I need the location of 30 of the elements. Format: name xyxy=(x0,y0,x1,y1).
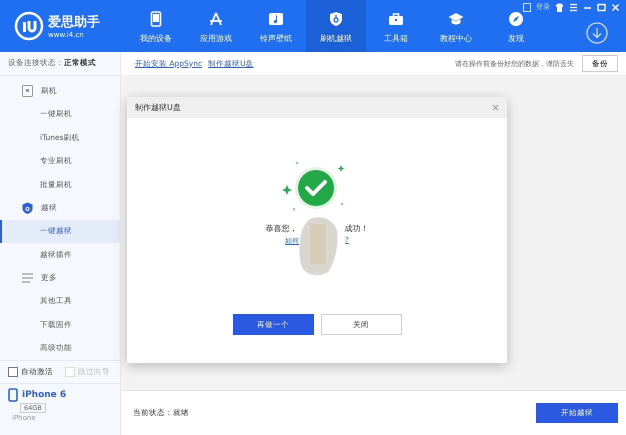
shield-icon xyxy=(328,11,344,27)
download-icon[interactable] xyxy=(586,22,608,44)
toolbox-icon xyxy=(388,11,404,27)
device-icon xyxy=(22,85,33,98)
phone-icon xyxy=(148,11,164,27)
graduation-cap-icon xyxy=(448,11,464,27)
phone-icon xyxy=(8,388,18,402)
nav-tab[interactable]: 我的设备 xyxy=(126,0,186,52)
logo-icon xyxy=(14,11,44,41)
success-message: 成功！ xyxy=(344,223,368,234)
nav-tab[interactable]: 铃声壁纸 xyxy=(246,0,306,52)
menu-icon xyxy=(22,273,33,284)
success-message: 恭喜您， xyxy=(266,223,298,234)
nav-tab[interactable]: 工具箱 xyxy=(366,0,426,52)
device-name: iPhone 6 xyxy=(22,390,66,400)
shield-icon xyxy=(22,202,33,214)
checkbox[interactable] xyxy=(8,366,18,377)
shirt-icon[interactable] xyxy=(555,2,564,12)
compass-icon xyxy=(508,11,524,27)
nav-tab[interactable]: 应用游戏 xyxy=(186,0,246,52)
app-name: 爱思助手 xyxy=(48,14,100,31)
menu-icon[interactable] xyxy=(569,2,578,12)
maximize-icon[interactable] xyxy=(597,2,606,12)
close-icon[interactable] xyxy=(492,104,499,111)
redaction-smudge xyxy=(298,216,338,276)
nav-tab[interactable]: 教程中心 xyxy=(426,0,486,52)
nav-tab[interactable]: 刷机越狱 xyxy=(306,0,366,52)
dialog-title: 制作越狱U盘 xyxy=(135,102,181,113)
app-store-icon xyxy=(208,11,224,27)
music-note-icon xyxy=(268,11,284,27)
